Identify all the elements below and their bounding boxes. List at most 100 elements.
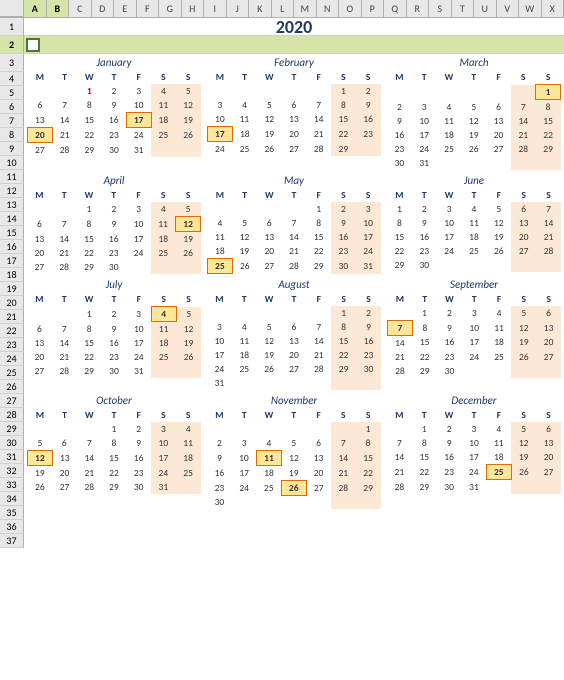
table-row[interactable] [232, 202, 257, 216]
table-row[interactable]: 5 [176, 202, 201, 217]
table-row[interactable]: 24 [126, 350, 151, 364]
table-row[interactable]: 19 [176, 336, 201, 350]
table-row[interactable]: 30 [437, 364, 462, 378]
table-row[interactable]: 2 [437, 306, 462, 320]
table-row[interactable]: 24 [462, 350, 487, 364]
table-row[interactable]: 4 [486, 422, 511, 436]
table-row[interactable]: 20 [282, 127, 307, 142]
col-header-A[interactable]: A [24, 0, 47, 17]
table-row[interactable] [331, 495, 356, 509]
table-row[interactable]: 11 [176, 436, 201, 451]
table-row[interactable]: 26 [176, 350, 201, 364]
table-row[interactable]: 29 [77, 143, 102, 158]
table-row[interactable]: 15 [412, 335, 437, 350]
table-row[interactable] [257, 376, 282, 390]
table-row[interactable] [437, 85, 462, 100]
table-row[interactable]: 6 [536, 422, 561, 436]
table-row[interactable]: 6 [257, 216, 282, 230]
table-row[interactable]: 29 [77, 260, 102, 274]
table-row[interactable]: 1 [77, 307, 102, 322]
table-row[interactable]: 3 [126, 202, 151, 217]
table-row[interactable] [511, 364, 536, 378]
table-row[interactable]: 25 [257, 480, 282, 495]
table-row[interactable]: 7 [388, 320, 413, 335]
table-row[interactable]: 22 [412, 350, 437, 364]
table-row[interactable]: 5 [257, 98, 282, 112]
table-row[interactable] [282, 84, 307, 98]
table-row[interactable]: 25 [232, 142, 257, 157]
table-row[interactable]: 6 [306, 436, 331, 451]
table-row[interactable]: 3 [208, 98, 233, 112]
table-row[interactable]: 20 [52, 466, 77, 481]
table-row[interactable] [232, 422, 257, 436]
table-row[interactable] [176, 143, 201, 158]
table-row[interactable]: 6 [486, 100, 511, 115]
table-row[interactable]: 16 [126, 451, 151, 466]
table-row[interactable]: 21 [52, 350, 77, 364]
table-row[interactable]: 5 [28, 436, 53, 451]
table-row[interactable] [126, 260, 151, 274]
table-row[interactable]: 15 [77, 113, 102, 128]
table-row[interactable] [208, 84, 233, 98]
table-row[interactable]: 23 [437, 465, 462, 480]
table-row[interactable]: 17 [462, 335, 487, 350]
col-header-R[interactable]: R [407, 0, 430, 17]
table-row[interactable]: 10 [126, 98, 151, 113]
table-row[interactable]: 11 [486, 436, 511, 450]
table-row[interactable] [52, 422, 77, 436]
table-row[interactable] [176, 260, 201, 274]
col-header-P[interactable]: P [362, 0, 385, 17]
table-row[interactable]: 30 [102, 143, 127, 158]
table-row[interactable] [511, 85, 536, 100]
table-row[interactable]: 25 [151, 246, 176, 260]
table-row[interactable]: 16 [387, 128, 412, 142]
table-row[interactable]: 15 [387, 230, 412, 244]
table-row[interactable]: 1 [331, 306, 356, 320]
table-row[interactable]: 17 [208, 127, 233, 142]
table-row[interactable]: 18 [257, 466, 282, 481]
table-row[interactable]: 29 [412, 364, 437, 378]
table-row[interactable]: 10 [437, 216, 462, 230]
table-row[interactable]: 25 [208, 259, 233, 274]
table-row[interactable]: 13 [28, 113, 53, 128]
table-row[interactable] [306, 495, 331, 509]
table-row[interactable]: 11 [232, 334, 257, 348]
table-row[interactable]: 13 [27, 336, 52, 350]
table-row[interactable]: 30 [101, 260, 126, 274]
col-header-T[interactable]: T [452, 0, 475, 17]
table-row[interactable]: 13 [27, 232, 52, 247]
table-row[interactable]: 13 [282, 334, 307, 348]
table-row[interactable]: 18 [151, 113, 176, 128]
table-row[interactable] [356, 495, 381, 509]
table-row[interactable] [151, 364, 176, 378]
table-row[interactable]: 27 [28, 143, 53, 158]
table-row[interactable]: 15 [306, 230, 331, 244]
table-row[interactable]: 31 [151, 480, 176, 494]
table-row[interactable]: 9 [387, 114, 412, 128]
table-row[interactable]: 2 [331, 202, 356, 216]
table-row[interactable]: 22 [102, 466, 127, 481]
table-row[interactable]: 12 [232, 230, 257, 244]
table-row[interactable]: 23 [101, 246, 126, 260]
table-row[interactable]: 1 [102, 422, 127, 436]
table-row[interactable] [437, 156, 462, 170]
table-row[interactable]: 8 [102, 436, 127, 451]
table-row[interactable]: 14 [52, 336, 77, 350]
table-row[interactable]: 5 [511, 306, 536, 320]
table-row[interactable] [511, 258, 536, 272]
table-row[interactable]: 26 [257, 142, 282, 157]
table-row[interactable]: 24 [126, 246, 151, 260]
table-row[interactable] [257, 495, 282, 509]
table-row[interactable]: 8 [412, 436, 437, 450]
table-row[interactable]: 25 [176, 466, 201, 481]
table-row[interactable]: 22 [412, 465, 437, 480]
table-row[interactable]: 1 [387, 202, 412, 216]
table-row[interactable]: 31 [207, 376, 232, 390]
table-row[interactable]: 15 [331, 112, 356, 127]
table-row[interactable]: 10 [126, 217, 151, 232]
table-row[interactable]: 18 [232, 348, 257, 362]
table-row[interactable] [207, 422, 232, 436]
table-row[interactable]: 29 [356, 480, 381, 495]
table-row[interactable]: 4 [232, 98, 257, 112]
table-row[interactable]: 20 [486, 128, 511, 142]
